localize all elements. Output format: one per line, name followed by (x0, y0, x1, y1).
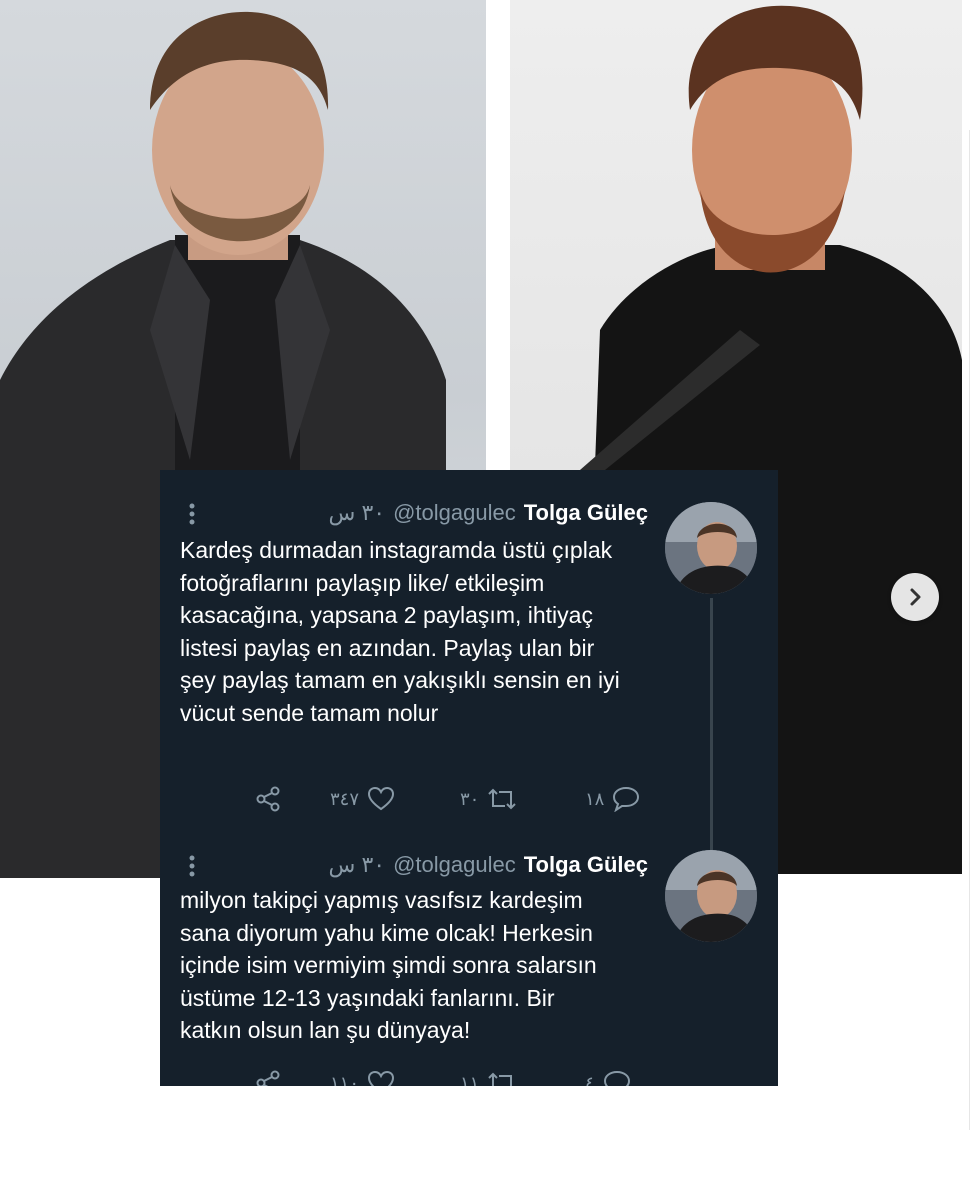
avatar[interactable] (665, 850, 757, 942)
tweet: ٣٠ س @tolgagulec Tolga Güleç milyon taki… (160, 838, 778, 1086)
reply-button[interactable]: ٤ (585, 1070, 631, 1086)
retweet-count: ٣٠ (460, 788, 480, 809)
reply-count: ١٨ (585, 788, 605, 809)
share-icon (256, 786, 280, 812)
share-button[interactable] (255, 786, 281, 812)
reply-icon (613, 786, 640, 812)
like-button[interactable]: ١١٠ (330, 1070, 395, 1086)
tweet-actions: ٣٤٧ ٣٠ ١٨ (255, 786, 655, 814)
carousel-next-button[interactable] (891, 573, 939, 621)
like-button[interactable]: ٣٤٧ (330, 786, 395, 812)
tweet-handle[interactable]: @tolgagulec (393, 852, 516, 878)
retweet-count: ١١ (460, 1072, 480, 1087)
tweet-time: ٣٠ س (328, 852, 386, 877)
tweet-header: ٣٠ س @tolgagulec Tolga Güleç (328, 852, 648, 878)
avatar[interactable] (665, 502, 757, 594)
share-button[interactable] (255, 1070, 281, 1086)
tweet: ٣٠ س @tolgagulec Tolga Güleç Kardeş durm… (160, 470, 778, 840)
tweet-author-name[interactable]: Tolga Güleç (524, 500, 648, 526)
tweet-time: ٣٠ س (328, 500, 386, 525)
like-count: ٣٤٧ (330, 788, 360, 809)
reply-button[interactable]: ١٨ (585, 786, 640, 812)
tweet-actions: ١١٠ ١١ ٤ (255, 1070, 655, 1086)
heart-icon (368, 1070, 395, 1086)
tweet-text: Kardeş durmadan instagramda üstü çıplak … (180, 537, 620, 726)
more-options-icon[interactable] (188, 502, 196, 526)
tweet-header: ٣٠ س @tolgagulec Tolga Güleç (328, 500, 648, 526)
reply-count: ٤ (585, 1072, 595, 1087)
retweet-icon (488, 1072, 513, 1086)
retweet-icon (488, 788, 517, 810)
heart-icon (368, 786, 395, 811)
chevron-right-icon (910, 588, 921, 606)
retweet-button[interactable]: ١١ (460, 1070, 517, 1086)
tweet-text: milyon takipçi yapmış vasıfsız kardeşim … (180, 887, 597, 1043)
avatar-photo (665, 502, 757, 594)
tweet-thread-card: ٣٠ س @tolgagulec Tolga Güleç Kardeş durm… (160, 470, 778, 1086)
retweet-button[interactable]: ٣٠ (460, 786, 517, 812)
like-count: ١١٠ (330, 1072, 360, 1087)
reply-icon (603, 1070, 630, 1086)
avatar-photo (665, 850, 757, 942)
share-icon (256, 1070, 280, 1086)
tweet-handle[interactable]: @tolgagulec (393, 500, 516, 526)
tweet-author-name[interactable]: Tolga Güleç (524, 852, 648, 878)
more-options-icon[interactable] (188, 854, 196, 878)
